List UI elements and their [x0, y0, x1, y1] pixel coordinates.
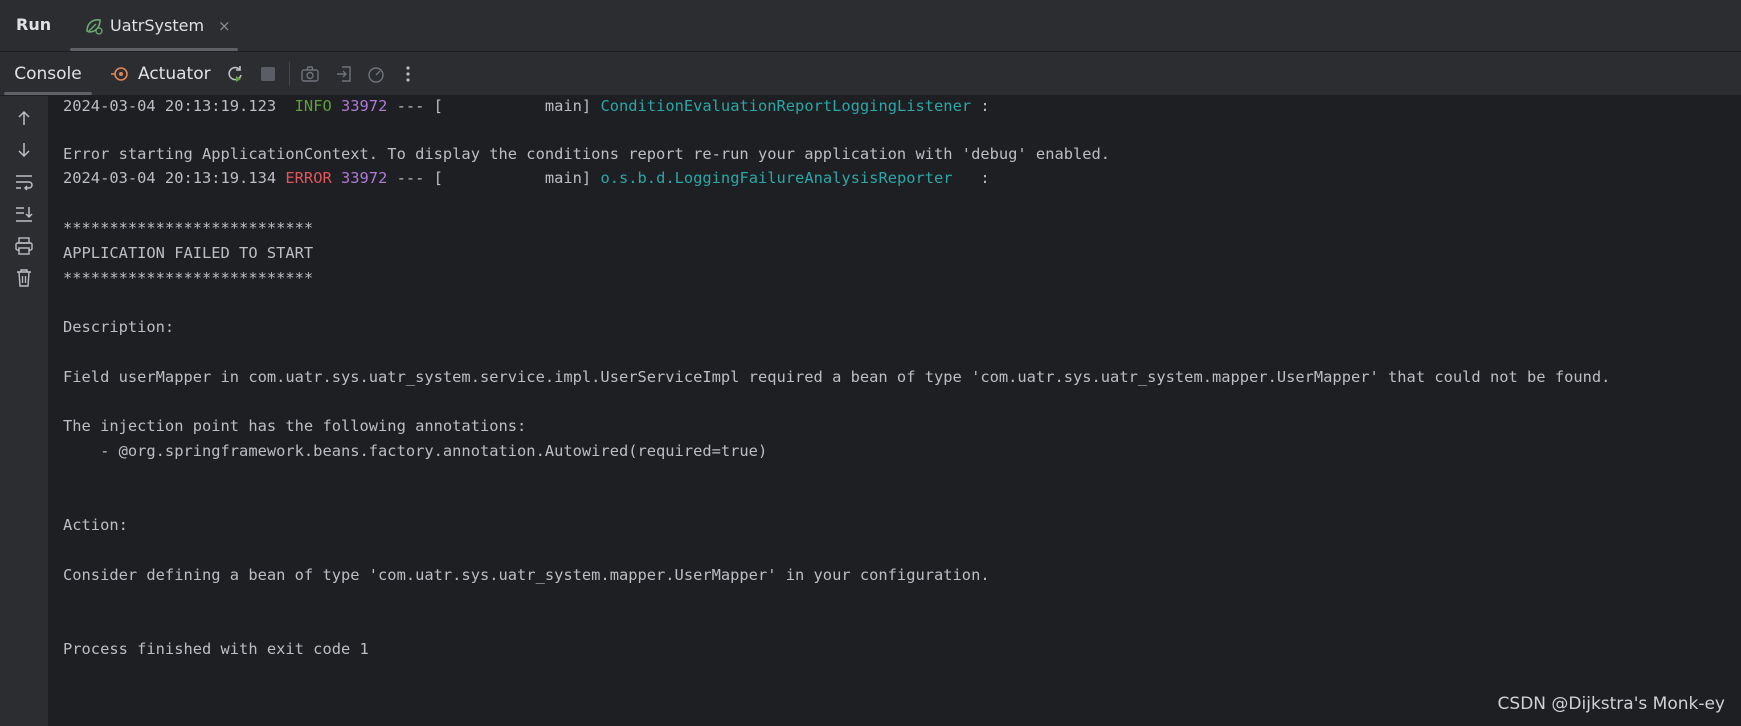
log-level-error: ERROR [285, 169, 332, 187]
log-thread: --- [ main] [387, 169, 601, 187]
console-output[interactable]: 2024-03-04 20:13:19.123 INFO 33972 --- [… [63, 96, 1733, 726]
stars-line: *************************** [63, 269, 314, 287]
active-tab-indicator [4, 92, 92, 95]
watermark: CSDN @Dijkstra's Monk-ey [1497, 694, 1725, 714]
soft-wrap-icon[interactable] [12, 170, 36, 194]
camera-icon[interactable] [299, 63, 321, 85]
log-pid: 33972 [331, 97, 388, 115]
log-pid: 33972 [331, 169, 388, 187]
log-line: 2024-03-04 20:13:19.134 ERROR 33972 --- … [63, 168, 990, 188]
trash-icon[interactable] [12, 266, 36, 290]
arrow-down-icon[interactable] [12, 138, 36, 162]
console-toolbar: Console Actuator [0, 52, 1741, 96]
log-level-info: INFO [294, 97, 332, 115]
actuator-icon [110, 64, 130, 84]
tab-actuator[interactable]: Actuator [110, 52, 211, 95]
spring-run-icon [84, 16, 104, 36]
process-exit-message: Process finished with exit code 1 [63, 640, 369, 658]
arrow-up-icon[interactable] [12, 106, 36, 130]
scroll-to-end-icon[interactable] [12, 202, 36, 226]
log-logger: ConditionEvaluationReportLoggingListener [600, 97, 972, 115]
console-side-toolbar [0, 96, 49, 726]
action-suggestion: Consider defining a bean of type 'com.ua… [63, 566, 990, 584]
log-thread: --- [ main] [387, 97, 601, 115]
log-logger: o.s.b.d.LoggingFailureAnalysisReporter [600, 169, 953, 187]
tool-window-header: Run UatrSystem × [0, 0, 1741, 52]
stars-line: *************************** [63, 219, 314, 237]
log-message: Error starting ApplicationContext. To di… [63, 145, 1111, 163]
close-icon[interactable]: × [218, 17, 231, 35]
failure-heading: APPLICATION FAILED TO START [63, 244, 314, 262]
autowired-annotation: - @org.springframework.beans.factory.ann… [63, 442, 768, 460]
stop-icon[interactable] [257, 63, 279, 85]
log-separator: : [952, 169, 990, 187]
active-tab-indicator [70, 48, 238, 51]
log-timestamp: 2024-03-04 20:13:19.134 [63, 169, 286, 187]
run-config-tab[interactable]: UatrSystem × [70, 0, 238, 51]
gauge-icon[interactable] [365, 63, 387, 85]
description-label: Description: [63, 318, 175, 336]
run-tool-window-title: Run [16, 15, 52, 34]
log-separator: : [971, 97, 990, 115]
field-error-message: Field userMapper in com.uatr.sys.uatr_sy… [63, 368, 1611, 386]
print-icon[interactable] [12, 234, 36, 258]
tab-console-label: Console [14, 63, 82, 84]
tab-actuator-label: Actuator [138, 63, 211, 84]
tab-console[interactable]: Console [0, 52, 96, 95]
exit-icon[interactable] [333, 63, 355, 85]
injection-point-text: The injection point has the following an… [63, 417, 527, 435]
tab-title: UatrSystem [110, 16, 205, 35]
rerun-icon[interactable] [224, 63, 246, 85]
toolbar-separator [289, 62, 290, 86]
action-label: Action: [63, 516, 128, 534]
log-line: 2024-03-04 20:13:19.123 INFO 33972 --- [… [63, 96, 990, 116]
log-timestamp: 2024-03-04 20:13:19.123 [63, 97, 295, 115]
more-vert-icon[interactable] [397, 63, 419, 85]
